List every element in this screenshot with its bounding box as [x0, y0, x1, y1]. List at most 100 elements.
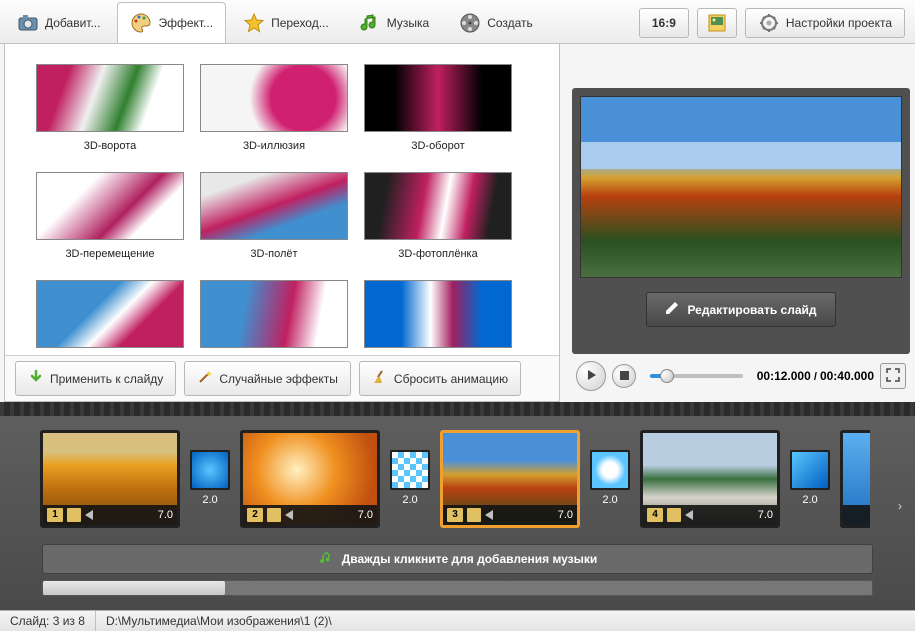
transition-item[interactable]: 2.0: [188, 450, 232, 508]
sound-icon[interactable]: [285, 510, 293, 520]
apply-effect-button[interactable]: Применить к слайду: [15, 361, 176, 396]
slide-duration: 7.0: [558, 509, 573, 521]
effect-item[interactable]: 3D-иллюзия: [199, 64, 349, 152]
sound-icon[interactable]: [85, 510, 93, 520]
transition-duration: 2.0: [802, 494, 817, 506]
tab-music[interactable]: Музыка: [346, 2, 442, 43]
effect-item[interactable]: [363, 280, 513, 355]
seek-thumb[interactable]: [660, 369, 674, 383]
play-icon: [585, 369, 597, 384]
transition-thumb: [590, 450, 630, 490]
random-effects-label: Случайные эффекты: [219, 372, 338, 386]
effect-thumb: [36, 64, 184, 132]
project-settings-button[interactable]: Настройки проекта: [745, 8, 905, 38]
pencil-icon[interactable]: [267, 508, 281, 522]
aspect-ratio-button[interactable]: 16:9: [639, 8, 689, 38]
tab-add[interactable]: Добавит...: [4, 2, 113, 43]
effect-item[interactable]: 3D-фотоплёнка: [363, 172, 513, 260]
slide-item[interactable]: 4 7.0: [640, 430, 780, 528]
effect-item[interactable]: 3D-перемещение: [35, 172, 185, 260]
effects-panel: 3D-ворота 3D-иллюзия 3D-оборот 3D-переме…: [4, 44, 560, 402]
status-slide-count: Слайд: 3 из 8: [0, 611, 96, 631]
timeline-hscroll[interactable]: [42, 580, 873, 596]
slide-item[interactable]: 3 7.0: [440, 430, 580, 528]
tab-music-label: Музыка: [387, 16, 429, 30]
aspect-ratio-label: 16:9: [652, 16, 676, 30]
effect-label: 3D-оборот: [411, 140, 464, 152]
tab-create[interactable]: Создать: [446, 2, 546, 43]
music-note-icon: [318, 550, 334, 569]
effect-item[interactable]: 3D-полёт: [199, 172, 349, 260]
add-music-track[interactable]: Дважды кликните для добавления музыки: [42, 544, 873, 574]
time-total: 00:40.000: [820, 369, 874, 383]
seek-slider[interactable]: [650, 374, 743, 378]
effect-item[interactable]: [199, 280, 349, 355]
slide-item[interactable]: 1 7.0: [40, 430, 180, 528]
sound-icon[interactable]: [685, 510, 693, 520]
status-bar: Слайд: 3 из 8 D:\Мультимедиа\Мои изображ…: [0, 610, 915, 631]
effect-item[interactable]: 3D-оборот: [363, 64, 513, 152]
effect-thumb: [200, 64, 348, 132]
camera-icon: [17, 12, 39, 34]
transition-thumb: [190, 450, 230, 490]
pencil-icon[interactable]: [467, 508, 481, 522]
slide-info-bar: 4 7.0: [643, 505, 777, 525]
transition-duration: 2.0: [602, 494, 617, 506]
reset-animation-button[interactable]: Сбросить анимацию: [359, 361, 521, 396]
timeline: 1 7.0 2.0 2 7.0 2.0: [0, 402, 915, 610]
slides-row: 1 7.0 2.0 2 7.0 2.0: [0, 416, 915, 538]
timeline-hscroll-thumb[interactable]: [43, 581, 225, 595]
transition-item[interactable]: 2.0: [788, 450, 832, 508]
fullscreen-button[interactable]: [880, 363, 906, 389]
transition-thumb: [390, 450, 430, 490]
tab-effects[interactable]: Эффект...: [117, 2, 226, 43]
film-strip-decoration: [0, 402, 915, 416]
top-toolbar-right: 16:9 Настройки проекта: [639, 2, 911, 43]
stop-button[interactable]: [612, 364, 636, 388]
edit-slide-button[interactable]: Редактировать слайд: [646, 292, 835, 327]
effect-thumb: [36, 280, 184, 348]
slide-number: 4: [647, 508, 663, 522]
theme-button[interactable]: [697, 8, 737, 38]
wand-icon: [197, 369, 213, 388]
edit-slide-label: Редактировать слайд: [687, 303, 816, 317]
slide-number: 2: [247, 508, 263, 522]
effects-footer: Применить к слайду Случайные эффекты Сбр…: [5, 355, 559, 401]
transition-item[interactable]: 2.0: [588, 450, 632, 508]
effect-item[interactable]: 3D-ворота: [35, 64, 185, 152]
effect-thumb: [200, 280, 348, 348]
effects-scroll-area[interactable]: 3D-ворота 3D-иллюзия 3D-оборот 3D-переме…: [5, 44, 559, 355]
preview-area: Редактировать слайд: [572, 88, 910, 354]
effect-thumb: [200, 172, 348, 240]
slide-number: 1: [47, 508, 63, 522]
slide-info-bar: [843, 505, 870, 525]
effect-label: 3D-ворота: [84, 140, 137, 152]
transition-item[interactable]: 2.0: [388, 450, 432, 508]
effect-label: 3D-фотоплёнка: [398, 248, 477, 260]
effect-label: 3D-перемещение: [65, 248, 154, 260]
tab-transitions[interactable]: Переход...: [230, 2, 342, 43]
reset-animation-label: Сбросить анимацию: [394, 372, 508, 386]
effect-label: 3D-иллюзия: [243, 140, 305, 152]
pencil-icon[interactable]: [67, 508, 81, 522]
pencil-icon: [665, 301, 679, 318]
slide-item[interactable]: 2 7.0: [240, 430, 380, 528]
effect-item[interactable]: [35, 280, 185, 355]
playback-time: 00:12.000 / 00:40.000: [757, 369, 874, 383]
broom-icon: [372, 369, 388, 388]
pencil-icon[interactable]: [667, 508, 681, 522]
sound-icon[interactable]: [485, 510, 493, 520]
effect-label: 3D-полёт: [250, 248, 297, 260]
random-effects-button[interactable]: Случайные эффекты: [184, 361, 351, 396]
main-area: 3D-ворота 3D-иллюзия 3D-оборот 3D-переме…: [0, 44, 915, 402]
slide-item-partial[interactable]: [840, 430, 870, 528]
palette-icon: [130, 12, 152, 34]
play-button[interactable]: [576, 361, 606, 391]
timeline-next-button[interactable]: ›: [889, 486, 911, 526]
slide-info-bar: 2 7.0: [243, 505, 377, 525]
effect-thumb: [36, 172, 184, 240]
transition-thumb: [790, 450, 830, 490]
slide-duration: 7.0: [158, 509, 173, 521]
film-reel-icon: [459, 12, 481, 34]
player-controls: 00:12.000 / 00:40.000: [572, 354, 910, 398]
